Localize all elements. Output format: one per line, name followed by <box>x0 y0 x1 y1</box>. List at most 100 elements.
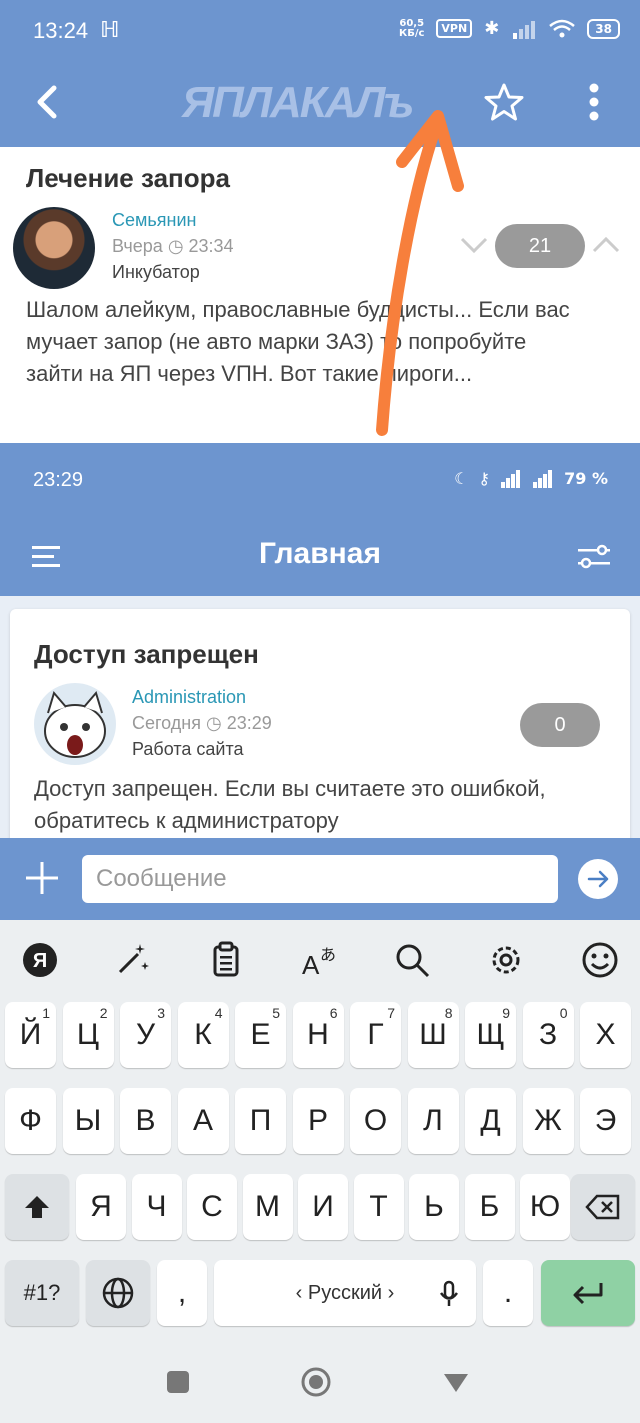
post-category[interactable]: Инкубатор <box>112 262 200 283</box>
message-input[interactable] <box>82 855 558 903</box>
settings-gear-icon[interactable] <box>486 940 526 980</box>
attach-plus-button[interactable] <box>24 860 60 896</box>
back-nav-button[interactable] <box>442 1372 470 1394</box>
space-key[interactable]: ‹ Русский › <box>214 1260 476 1326</box>
embedded-post-card[interactable]: Доступ запрещен Administration Сегодня ◷… <box>10 609 630 838</box>
embedded-post-category[interactable]: Работа сайта <box>132 739 244 760</box>
key-r1-8[interactable]: Щ9 <box>465 1002 516 1068</box>
key-r1-7[interactable]: Ш8 <box>407 1002 459 1068</box>
key-r1-1[interactable]: Ц2 <box>62 1002 114 1068</box>
microphone-icon[interactable] <box>438 1280 460 1308</box>
on-screen-keyboard: Я Aあ Й1Ц2У3К4Е5Н6Г7Ш8Щ9З0Х ФЫВАПРОЛДЖЭ Я… <box>0 920 640 1340</box>
filter-icon[interactable] <box>576 541 612 573</box>
moon-icon: ☾ <box>454 469 469 488</box>
back-button[interactable] <box>28 80 68 124</box>
vote-up-button[interactable] <box>590 233 622 257</box>
key-r2-3[interactable]: А <box>177 1088 229 1154</box>
magic-wand-icon[interactable] <box>112 940 152 980</box>
key-r3-1[interactable]: Ч <box>131 1174 182 1240</box>
key-r1-10[interactable]: Х <box>580 1002 631 1068</box>
key-r2-5[interactable]: Р <box>292 1088 344 1154</box>
key-r3-8[interactable]: Ю <box>520 1174 570 1240</box>
key-label: Ь <box>424 1190 444 1223</box>
embedded-status-time: 23:29 <box>33 469 84 491</box>
embedded-signal-icon-2 <box>533 469 553 488</box>
shift-key[interactable] <box>5 1174 69 1240</box>
net-speed-unit: КБ/с <box>399 27 425 39</box>
key-r2-1[interactable]: Ы <box>62 1088 114 1154</box>
key-r2-7[interactable]: Л <box>407 1088 459 1154</box>
comment-count-badge: 21 <box>495 224 585 268</box>
space-key-label: ‹ Русский › <box>295 1281 395 1304</box>
more-options-button[interactable] <box>584 82 604 122</box>
key-r3-3[interactable]: М <box>242 1174 293 1240</box>
post-date: Вчера ◷ 23:34 <box>112 236 234 256</box>
key-r3-5[interactable]: Т <box>353 1174 404 1240</box>
search-icon[interactable] <box>392 940 432 980</box>
embedded-post-date: Сегодня ◷ 23:29 <box>132 713 272 733</box>
key-r1-0[interactable]: Й1 <box>5 1002 56 1068</box>
key-r2-0[interactable]: Ф <box>5 1088 56 1154</box>
battery-icon: 38 <box>587 18 620 39</box>
key-r2-4[interactable]: П <box>235 1088 286 1154</box>
key-label: А <box>192 1104 213 1137</box>
key-digit-hint: 3 <box>157 1005 165 1021</box>
key-digit-hint: 0 <box>559 1005 568 1021</box>
key-r3-6[interactable]: Ь <box>409 1174 459 1240</box>
embedded-screenshot: 23:29 ☾ ⚷ 79 % Главная Доступ запрещен A… <box>0 443 640 838</box>
svg-text:A: A <box>302 950 320 980</box>
key-label: М <box>255 1190 280 1223</box>
recents-button[interactable] <box>166 1370 190 1394</box>
clipboard-icon[interactable] <box>206 940 246 980</box>
post-author[interactable]: Семьянин <box>112 210 196 231</box>
yandex-icon[interactable]: Я <box>20 940 60 980</box>
key-r2-6[interactable]: О <box>350 1088 401 1154</box>
embedded-author-avatar[interactable] <box>34 683 116 765</box>
key-label: Л <box>423 1104 443 1137</box>
key-digit-hint: 8 <box>444 1005 453 1021</box>
author-avatar[interactable] <box>13 207 95 289</box>
key-label: Э <box>594 1104 617 1137</box>
key-label: Е <box>250 1018 271 1051</box>
annotation-arrow <box>376 110 464 436</box>
key-label: Ж <box>534 1104 562 1137</box>
key-r1-9[interactable]: З0 <box>522 1002 574 1068</box>
key-label: Ю <box>529 1190 561 1223</box>
period-key[interactable]: . <box>483 1260 533 1326</box>
embedded-post-body: Доступ запрещен. Если вы считаете это ош… <box>34 776 546 833</box>
key-r1-5[interactable]: Н6 <box>292 1002 344 1068</box>
notification-icon: ℍ <box>100 18 120 43</box>
emoji-icon[interactable] <box>580 940 620 980</box>
post-card[interactable]: Лечение запора Семьянин Вчера ◷ 23:34 Ин… <box>0 147 640 443</box>
embedded-post-author[interactable]: Administration <box>132 687 246 708</box>
key-r2-8[interactable]: Д <box>465 1088 516 1154</box>
symbols-key[interactable]: #1? <box>5 1260 79 1326</box>
key-r3-2[interactable]: С <box>187 1174 237 1240</box>
key-digit-hint: 7 <box>387 1005 395 1021</box>
key-label: И <box>312 1190 334 1223</box>
key-r1-2[interactable]: У3 <box>120 1002 171 1068</box>
embedded-app-bar: Главная <box>0 523 640 596</box>
key-digit-hint: 4 <box>214 1005 223 1021</box>
backspace-key[interactable] <box>571 1174 635 1240</box>
status-bar: 13:24 ℍ 60,5 КБ/с VPN ✱ 38 <box>0 0 640 64</box>
key-r1-6[interactable]: Г7 <box>350 1002 401 1068</box>
enter-key[interactable] <box>541 1260 635 1326</box>
key-r2-9[interactable]: Ж <box>522 1088 574 1154</box>
key-r1-3[interactable]: К4 <box>177 1002 229 1068</box>
bluetooth-icon: ✱ <box>484 18 500 39</box>
comma-key[interactable]: , <box>157 1260 207 1326</box>
send-button[interactable] <box>578 859 618 899</box>
key-r3-4[interactable]: И <box>298 1174 348 1240</box>
key-r3-0[interactable]: Я <box>76 1174 126 1240</box>
key-r2-10[interactable]: Э <box>580 1088 631 1154</box>
language-globe-key[interactable] <box>86 1260 150 1326</box>
key-r2-2[interactable]: В <box>120 1088 171 1154</box>
svg-text:あ: あ <box>320 945 336 964</box>
favorite-star-button[interactable] <box>484 82 524 122</box>
home-button[interactable] <box>300 1366 332 1398</box>
translate-icon[interactable]: Aあ <box>300 940 340 980</box>
key-label: Щ <box>476 1018 505 1051</box>
key-r1-4[interactable]: Е5 <box>235 1002 286 1068</box>
key-r3-7[interactable]: Б <box>464 1174 515 1240</box>
